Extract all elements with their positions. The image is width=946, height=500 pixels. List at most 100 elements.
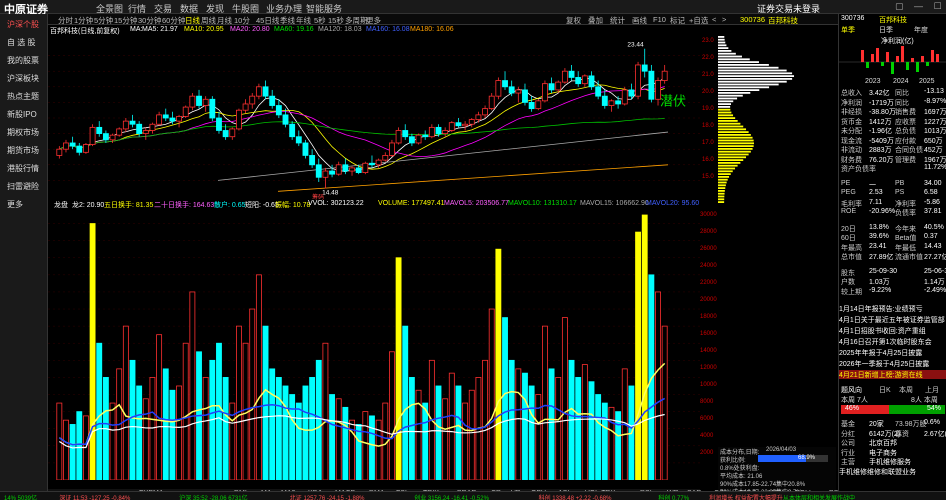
candle-body xyxy=(628,89,635,97)
period-tab[interactable]: 分时 xyxy=(58,15,73,26)
rp-cell: 募资 xyxy=(895,430,909,438)
rp-row: 60日 39.6% Beta值 0.37 xyxy=(839,233,946,242)
candle-body xyxy=(601,95,608,106)
top-menu-bar: 中原证券 全景图 行情 交易 数据 发现 牛股圈 业务办理 智能服务 证券交易未… xyxy=(0,0,946,22)
rp-row: 分红6142万(2)募资2.67亿(4) xyxy=(839,429,946,438)
nav-futures[interactable]: 期货市场 xyxy=(0,142,47,160)
rp-cell: 1.14万 xyxy=(924,279,945,286)
vol-tick: 6000 xyxy=(700,416,714,422)
chip-bar xyxy=(718,192,725,195)
chip-bar xyxy=(718,131,749,133)
mark-button[interactable]: 标记 xyxy=(670,15,685,26)
rp-tab-daily[interactable]: 日季 xyxy=(879,25,893,35)
product-line: 手机维修维修和联盟业务 xyxy=(839,468,916,476)
rp-tab-quarter[interactable]: 单季 xyxy=(841,25,855,35)
candle-body xyxy=(415,134,422,144)
candle-body xyxy=(242,103,249,111)
sub-mavol5: MAVOL5: 203506.77 xyxy=(444,200,509,207)
period-tab[interactable]: 15分钟 xyxy=(114,15,137,26)
candle-body xyxy=(455,122,462,127)
volume-bar xyxy=(63,419,69,480)
period-tab[interactable]: 5分钟 xyxy=(94,15,113,26)
rp-cell: -1719万 xyxy=(869,99,894,107)
stats-button[interactable]: 统计 xyxy=(610,15,625,26)
volume-chart[interactable] xyxy=(48,209,700,480)
volume-bar xyxy=(96,342,103,480)
candle-body xyxy=(595,86,602,97)
period-tab[interactable]: 10分 xyxy=(234,15,250,26)
period-tab[interactable]: 45日线 xyxy=(256,15,279,26)
period-tab[interactable]: 周线 xyxy=(201,15,216,26)
chip-bar xyxy=(718,162,741,164)
candle-body xyxy=(63,142,69,150)
chip-bar xyxy=(718,198,725,201)
period-tab[interactable]: 多周期 xyxy=(345,15,368,26)
volume-bar xyxy=(329,394,335,480)
nav-ipo[interactable]: 新股IPO xyxy=(0,106,47,124)
profit-bar xyxy=(911,58,914,62)
news-item[interactable]: 4月21日新增上榜:游资在线 xyxy=(839,370,946,379)
ma20-line xyxy=(59,86,665,157)
hot-h2: 本周 xyxy=(899,387,913,394)
period-tab[interactable]: 季线 xyxy=(280,15,295,26)
candle-body xyxy=(309,155,316,166)
period-tab-active[interactable]: 日线 xyxy=(185,15,200,26)
f10-button[interactable]: F10 xyxy=(653,15,666,24)
restore-button[interactable]: 复权 xyxy=(566,15,581,26)
news-item[interactable]: 4月1日关于最近五年被证券监管部 xyxy=(839,315,946,324)
nav-risk[interactable]: 扫雷避险 xyxy=(0,178,47,196)
chip-bar xyxy=(718,64,769,66)
period-tab[interactable]: 1分钟 xyxy=(74,15,93,26)
period-tab[interactable]: 5秒 xyxy=(314,15,326,26)
nav-my-stocks[interactable]: 我的股票 xyxy=(0,52,47,70)
next-button[interactable]: > xyxy=(722,15,726,24)
profit-value: 68.9% xyxy=(798,455,816,461)
volume-bar xyxy=(655,291,661,480)
news-item[interactable]: 4月16日召开第1次临时股东会 xyxy=(839,337,946,346)
volume-bar xyxy=(468,389,475,480)
overlay-button[interactable]: 叠加 xyxy=(588,15,603,26)
volume-bar xyxy=(129,359,136,480)
nav-sh-sz-stocks[interactable]: 沪深个股 xyxy=(0,16,47,34)
volume-bar xyxy=(136,385,143,480)
nav-more[interactable]: 更多 xyxy=(0,196,47,214)
nav-sectors[interactable]: 沪深板块 xyxy=(0,70,47,88)
news-item[interactable]: 2025年年报于4月25日披露 xyxy=(839,348,946,357)
nav-hot-topics[interactable]: 热点主题 xyxy=(0,88,47,106)
chip-bar xyxy=(718,80,787,83)
news-item[interactable]: 4月1日招股书收回:资产重组 xyxy=(839,326,946,335)
rp-tab-year[interactable]: 年度 xyxy=(914,25,928,35)
volume-bar xyxy=(462,402,469,480)
rp-row: 行业 电子商务 xyxy=(839,448,946,457)
price-tick: 18.0 xyxy=(702,123,714,129)
candle-body xyxy=(615,100,622,105)
candlestick-chart[interactable]: 23.44 14.48 潜伏筹码 xyxy=(48,34,700,200)
nav-hk[interactable]: 港股行情 xyxy=(0,160,47,178)
period-tab[interactable]: 月线 xyxy=(217,15,232,26)
rp-cell: 1967万 xyxy=(924,156,946,164)
status-item: 科创 0.77% xyxy=(658,496,690,500)
volume-bar xyxy=(362,411,369,480)
period-tab[interactable]: 更多 xyxy=(366,15,381,26)
volume-bar xyxy=(442,398,449,480)
nav-watchlist[interactable]: 自 选 股 xyxy=(0,34,47,52)
profit-bar xyxy=(901,46,904,62)
volume-bar xyxy=(561,317,568,480)
prev-button[interactable]: < xyxy=(712,15,716,24)
candle-body xyxy=(475,114,482,120)
candle-body xyxy=(402,130,409,138)
volume-bar xyxy=(555,377,562,480)
period-tab[interactable]: 60分钟 xyxy=(162,15,185,26)
period-tab[interactable]: 30分钟 xyxy=(138,15,161,26)
period-tab[interactable]: 年线 xyxy=(296,15,311,26)
draw-button[interactable]: 画线 xyxy=(632,15,647,26)
chip-bar xyxy=(718,41,726,44)
period-tab[interactable]: 15秒 xyxy=(328,15,344,26)
volume-bar xyxy=(182,342,189,480)
news-item[interactable]: 1月14日年报预告:业绩预亏 xyxy=(839,304,946,313)
chip-bar xyxy=(718,86,770,89)
volume-bar xyxy=(422,402,429,480)
nav-options[interactable]: 期权市场 xyxy=(0,124,47,142)
volume-bar xyxy=(255,274,262,480)
news-item[interactable]: 2026年一季报于4月25日披露 xyxy=(839,359,946,368)
